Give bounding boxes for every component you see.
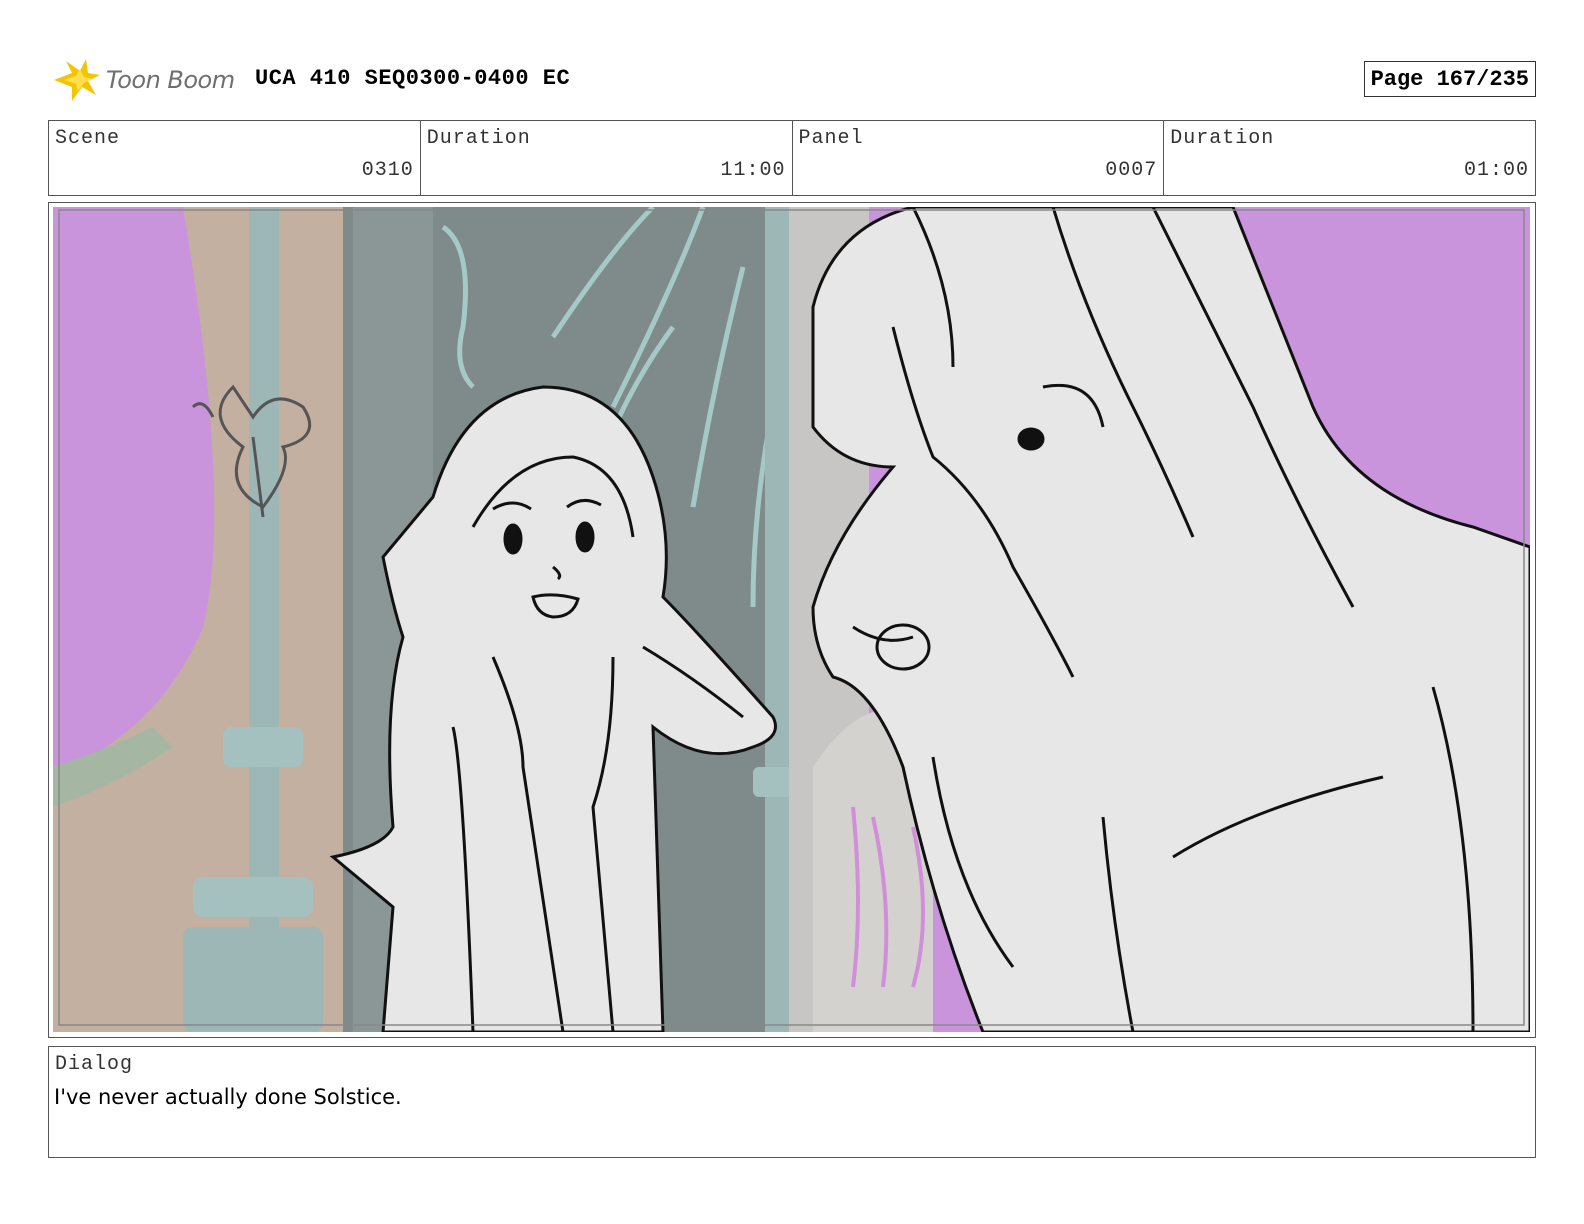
pillar-ring-1 <box>223 727 303 767</box>
logo-text: Toon Boom <box>106 66 235 94</box>
panel-cell: Panel 0007 <box>793 121 1165 195</box>
center-pillar <box>765 207 789 1032</box>
scene-info-table: Scene 0310 Duration 11:00 Panel 0007 Dur… <box>48 120 1536 196</box>
pillar-base <box>183 927 323 1032</box>
panel-value: 0007 <box>1105 159 1158 182</box>
scene-duration-cell: Duration 11:00 <box>421 121 793 195</box>
panel-label: Panel <box>798 127 864 150</box>
scene-label: Scene <box>55 127 121 150</box>
scene-cell: Scene 0310 <box>49 121 421 195</box>
page-header: Toon Boom UCA 410 SEQ0300-0400 EC Page 1… <box>48 56 1536 104</box>
dialog-text: I've never actually done Solstice. <box>54 1085 402 1109</box>
storyboard-drawing <box>53 207 1530 1032</box>
storyboard-panel <box>48 202 1536 1038</box>
scene-duration-label: Duration <box>426 127 531 150</box>
scene-value: 0310 <box>361 159 414 182</box>
panel-duration-cell: Duration 01:00 <box>1164 121 1535 195</box>
panel-duration-value: 01:00 <box>1463 159 1529 182</box>
scene-duration-value: 11:00 <box>720 159 786 182</box>
panel-duration-label: Duration <box>1170 127 1275 150</box>
pillar-ring-2 <box>193 877 313 917</box>
dialog-label: Dialog <box>55 1053 134 1076</box>
dialog-section: Dialog I've never actually done Solstice… <box>48 1046 1536 1158</box>
flame-icon <box>54 59 100 101</box>
page-indicator: Page 167/235 <box>1363 61 1536 97</box>
project-title: UCA 410 SEQ0300-0400 EC <box>255 66 571 91</box>
toon-boom-logo: Toon Boom <box>52 56 252 104</box>
